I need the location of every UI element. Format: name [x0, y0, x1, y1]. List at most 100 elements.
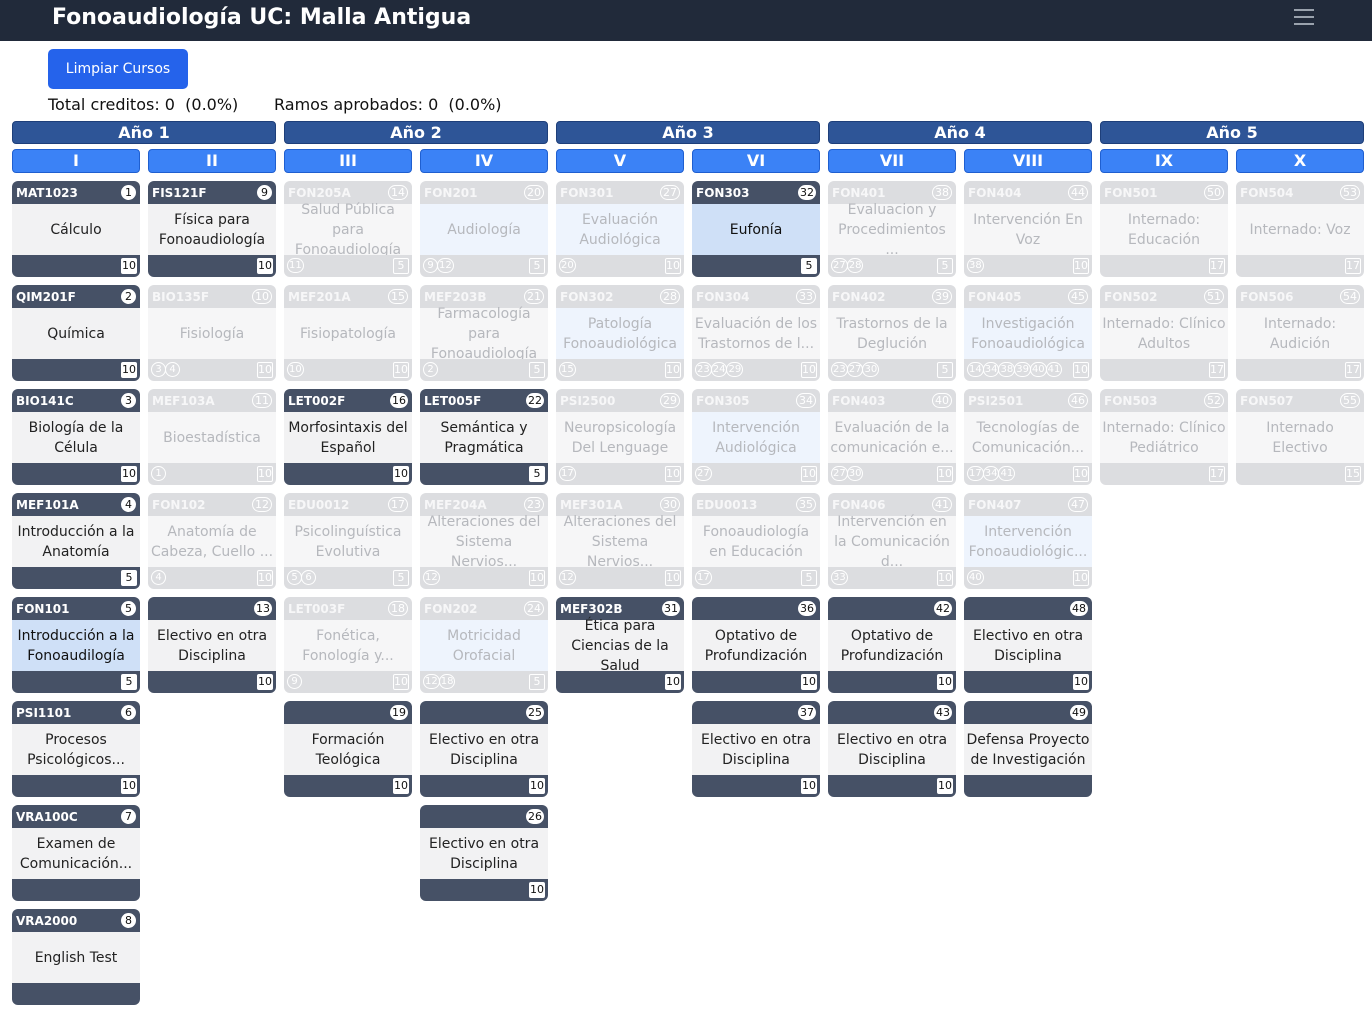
course-card-footer: 5 [420, 463, 548, 485]
course-card[interactable]: 49 Defensa Proyecto de Investigación [964, 701, 1092, 797]
course-card[interactable]: MEF203B 21 Farmacología para Fonoaudiologí… [420, 285, 548, 381]
course-credits-badge: 10 [257, 674, 273, 690]
semester-header-III[interactable]: III [284, 149, 412, 173]
course-card-body: Optativo de Profundización [828, 620, 956, 671]
course-card[interactable]: 48 Electivo en otra Disciplina 10 [964, 597, 1092, 693]
course-card[interactable]: 19 Formación Teológica 10 [284, 701, 412, 797]
course-card[interactable]: FON304 33 Evaluación de los Trastornos de … [692, 285, 820, 381]
prerequisite-badge: 38 [998, 362, 1016, 377]
course-card[interactable]: MEF204A 23 Alteraciones del Sistema Nervio… [420, 493, 548, 589]
course-card[interactable]: FON101 5 Introducción a la Fonoaudilogía 5 [12, 597, 140, 693]
prerequisite-badge: 12 [437, 258, 454, 273]
course-card[interactable]: FON402 39 Trastornos de la Deglución 23 27 30… [828, 285, 956, 381]
course-card[interactable]: BIO135F 10 Fisiología 3 4 10 [148, 285, 276, 381]
course-card-footer: 15 10 [556, 359, 684, 381]
course-card[interactable]: MAT1023 1 Cálculo 10 [12, 181, 140, 277]
course-name: Internado: Clínico Pediátrico [1102, 419, 1226, 456]
course-card[interactable]: FON401 38 Evaluacion y Procedimientos ... 2… [828, 181, 956, 277]
course-card-header: 36 [692, 597, 820, 620]
course-number-badge: 17 [388, 497, 408, 512]
course-card[interactable]: LET003F 18 Fonética, Fonología y... 9 10 [284, 597, 412, 693]
semester-header-X[interactable]: X [1236, 149, 1364, 173]
course-card[interactable]: BIO141C 3 Biología de la Célula 10 [12, 389, 140, 485]
course-number-badge: 15 [388, 289, 408, 304]
course-card[interactable]: MEF103A 11 Bioestadística 1 10 [148, 389, 276, 485]
course-card[interactable]: FON102 12 Anatomía de Cabeza, Cuello ... 4 1… [148, 493, 276, 589]
semester-header-VII[interactable]: VII [828, 149, 956, 173]
course-card[interactable]: VRA2000 8 English Test [12, 909, 140, 1005]
course-card[interactable]: MEF201A 15 Fisiopatología 10 10 [284, 285, 412, 381]
course-card[interactable]: MEF101A 4 Introducción a la Anatomía 5 [12, 493, 140, 589]
course-code: VRA100C [16, 810, 78, 824]
prerequisites-list: 1 [151, 466, 166, 481]
course-card[interactable]: 43 Electivo en otra Disciplina 10 [828, 701, 956, 797]
course-card[interactable]: LET005F 22 Semántica y Pragmática 5 [420, 389, 548, 485]
course-card[interactable]: MEF301A 30 Alteraciones del Sistema Nervio… [556, 493, 684, 589]
course-card[interactable]: FON503 52 Internado: Clínico Pediátrico 17 [1100, 389, 1228, 485]
course-card[interactable]: FON404 44 Intervención En Voz 38 10 [964, 181, 1092, 277]
course-card[interactable]: VRA100C 7 Examen de Comunicación... [12, 805, 140, 901]
course-card[interactable]: FON406 41 Intervención en la Comunicación … [828, 493, 956, 589]
course-card[interactable]: FON405 45 Investigación Fonoaudiológica 14 3… [964, 285, 1092, 381]
course-card-footer: 23 27 30 5 [828, 359, 956, 381]
course-card[interactable]: 25 Electivo en otra Disciplina 10 [420, 701, 548, 797]
course-card[interactable]: FON504 53 Internado: Voz 17 [1236, 181, 1364, 277]
semester-header-IX[interactable]: IX [1100, 149, 1228, 173]
prerequisite-badge: 24 [710, 362, 728, 377]
course-card[interactable]: PSI1101 6 Procesos Psicológicos... 10 [12, 701, 140, 797]
course-card-body: Optativo de Profundización [692, 620, 820, 671]
course-card[interactable]: FON202 24 Motricidad Orofacial 12 18 5 [420, 597, 548, 693]
course-name: Fonética, Fonología y... [302, 627, 394, 664]
semester-header-VIII[interactable]: VIII [964, 149, 1092, 173]
course-card-footer: 9 12 5 [420, 255, 548, 277]
course-card[interactable]: LET002F 16 Morfosintaxis del Español 10 [284, 389, 412, 485]
course-credits-badge: 10 [937, 466, 953, 482]
hamburger-menu-icon[interactable] [1292, 6, 1316, 28]
course-code: MEF101A [16, 498, 79, 512]
course-code: FON405 [968, 290, 1022, 304]
prerequisites-list: 23 27 30 [831, 362, 880, 377]
course-card[interactable]: FON502 51 Internado: Clínico Adultos 17 [1100, 285, 1228, 381]
course-card[interactable]: FON507 55 Internado Electivo 15 [1236, 389, 1364, 485]
course-card[interactable]: EDU0012 17 Psicolinguística Evolutiva 5 6 5 [284, 493, 412, 589]
course-card[interactable]: EDU0013 35 Fonoaudiología en Educación 17 5 [692, 493, 820, 589]
course-card[interactable]: FON506 54 Internado: Audición 17 [1236, 285, 1364, 381]
course-card-footer: 10 [12, 359, 140, 381]
semester-header-IV[interactable]: IV [420, 149, 548, 173]
course-card[interactable]: PSI2501 46 Tecnologías de Comunicación... 1… [964, 389, 1092, 485]
course-card[interactable]: FON303 32 Eufonía 5 [692, 181, 820, 277]
course-card[interactable]: 36 Optativo de Profundización 10 [692, 597, 820, 693]
course-credits-badge: 5 [801, 258, 817, 274]
course-card[interactable]: FON301 27 Evaluación Audiológica 20 10 [556, 181, 684, 277]
clear-courses-button[interactable]: Limpiar Cursos [48, 49, 188, 89]
course-card[interactable]: MEF302B 31 Ética para Ciencias de la Salud… [556, 597, 684, 693]
course-card[interactable]: FIS121F 9 Física para Fonoaudiología 10 [148, 181, 276, 277]
course-card[interactable]: 42 Optativo de Profundización 10 [828, 597, 956, 693]
semester-header-II[interactable]: II [148, 149, 276, 173]
semester-header-I[interactable]: I [12, 149, 140, 173]
semester-header-VI[interactable]: VI [692, 149, 820, 173]
course-card[interactable]: QIM201F 2 Química 10 [12, 285, 140, 381]
course-card-footer: 10 [692, 671, 820, 693]
course-card[interactable]: 37 Electivo en otra Disciplina 10 [692, 701, 820, 797]
course-card[interactable]: FON501 50 Internado: Educación 17 [1100, 181, 1228, 277]
course-card[interactable]: 13 Electivo en otra Disciplina 10 [148, 597, 276, 693]
course-number-badge: 51 [1204, 289, 1224, 304]
semester-header-V[interactable]: V [556, 149, 684, 173]
course-card[interactable]: FON302 28 Patología Fonoaudiológica 15 10 [556, 285, 684, 381]
course-card-body: Audiología [420, 204, 548, 255]
course-card[interactable]: 26 Electivo en otra Disciplina 10 [420, 805, 548, 901]
course-card[interactable]: FON201 20 Audiología 9 12 5 [420, 181, 548, 277]
course-card[interactable]: PSI2500 29 Neuropsicología Del Lenguage 17 1… [556, 389, 684, 485]
course-card[interactable]: FON407 47 Intervención Fonoaudiológic... 40… [964, 493, 1092, 589]
course-card-header: FON304 33 [692, 285, 820, 308]
course-card[interactable]: FON305 34 Intervención Audiológica 27 10 [692, 389, 820, 485]
course-card[interactable]: FON205A 14 Salud Pública para Fonoaudiolog… [284, 181, 412, 277]
prerequisite-badge: 29 [726, 362, 744, 377]
course-card-body: Farmacología para Fonoaudiología [420, 306, 548, 362]
course-code: MEF201A [288, 290, 351, 304]
course-card-header: EDU0013 35 [692, 493, 820, 516]
total-credits-text: Total creditos: 0 (0.0%) [48, 95, 239, 114]
course-code: FON407 [968, 498, 1022, 512]
course-card[interactable]: FON403 40 Evaluación de la comunicación e.… [828, 389, 956, 485]
